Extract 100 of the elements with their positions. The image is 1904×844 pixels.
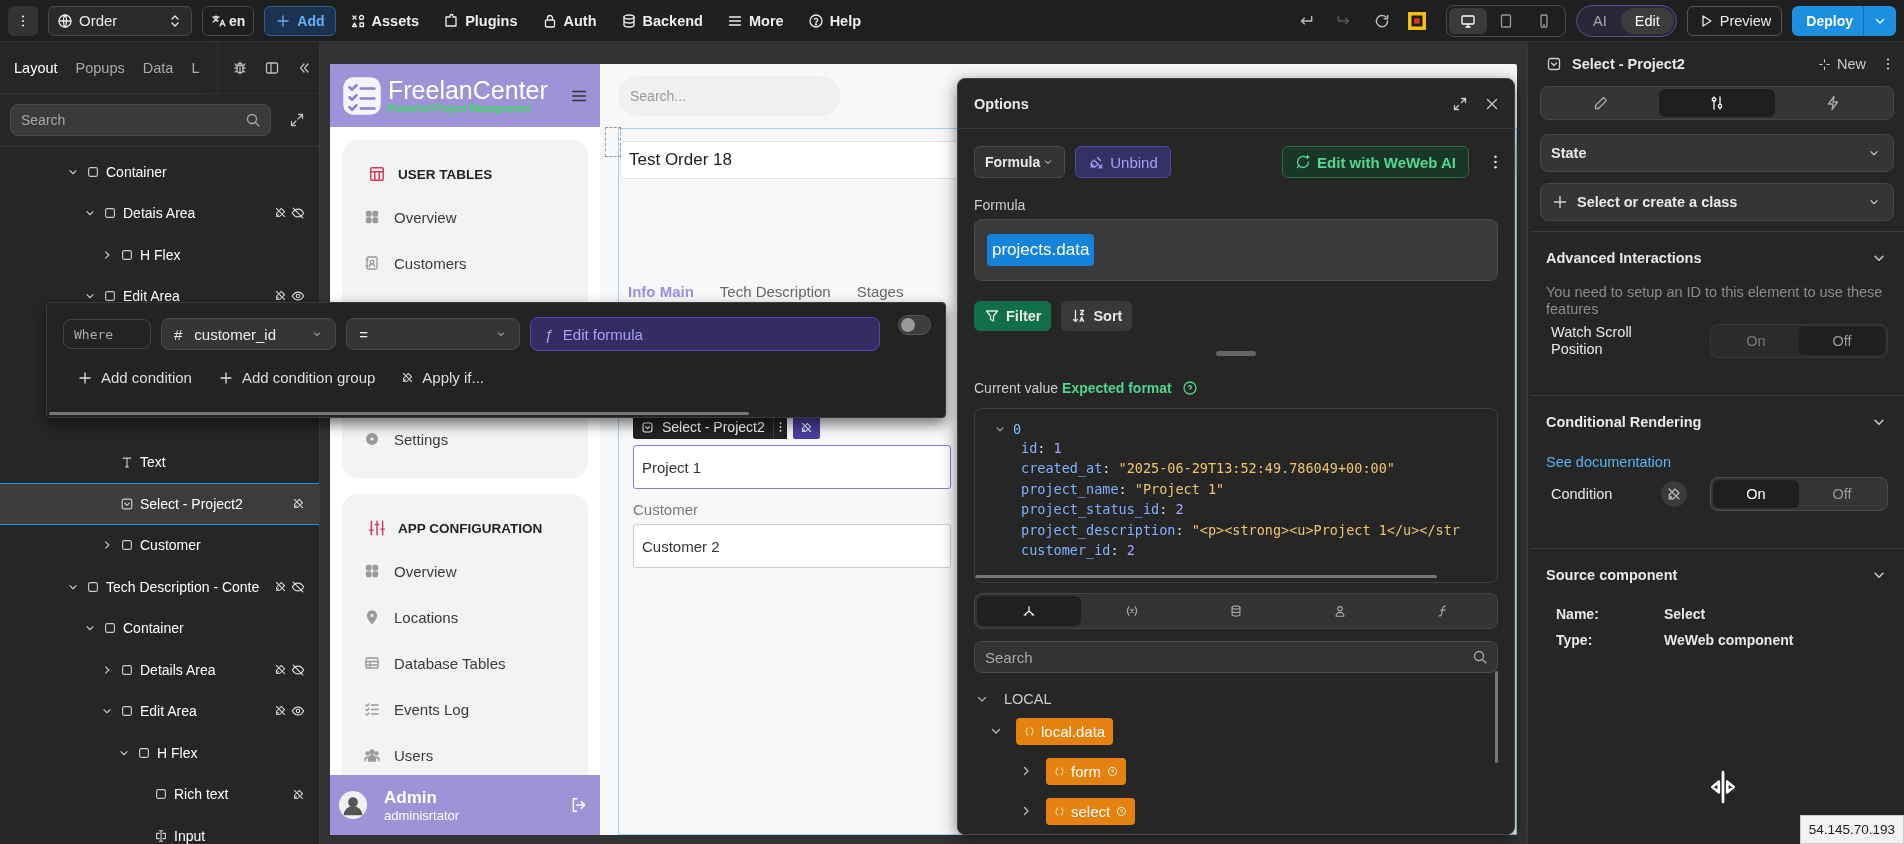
unbind-button[interactable]: Unbind <box>1075 146 1171 178</box>
section-title: Advanced Interactions <box>1546 250 1702 266</box>
square-icon <box>120 538 134 553</box>
page-select[interactable]: Order <box>48 5 192 36</box>
on-off-switch[interactable]: On Off <box>1710 477 1888 512</box>
select-field[interactable]: Customer 2 <box>633 524 951 568</box>
nav-item[interactable]: Settings <box>364 416 588 462</box>
nav-item[interactable]: Locations <box>364 594 588 640</box>
tab[interactable]: Tech Description <box>719 282 831 300</box>
square-icon <box>120 247 134 262</box>
formula-field[interactable]: projects.data <box>974 219 1498 281</box>
mode-tab[interactable]: Edit <box>1620 7 1674 34</box>
search-field[interactable]: Search <box>974 641 1498 673</box>
layer-row[interactable]: Text <box>0 441 319 483</box>
mode-tab[interactable]: AI <box>1579 7 1621 34</box>
preview-button[interactable]: Preview <box>1686 5 1783 36</box>
property-name: Type: <box>1556 632 1594 649</box>
sliders-icon[interactable] <box>1659 89 1775 117</box>
unlink-icon[interactable] <box>1661 481 1687 508</box>
menu-item[interactable]: Auth <box>537 5 601 36</box>
layer-row[interactable]: Edit Area <box>0 690 319 732</box>
nav-item[interactable]: Database Tables <box>364 640 588 686</box>
tab[interactable]: Stages <box>856 282 904 300</box>
layer-row[interactable]: Rich text <box>0 773 319 815</box>
checklist-icon <box>364 701 380 717</box>
resize-handle[interactable] <box>1216 351 1256 356</box>
user-role: adminisrtator <box>384 807 461 823</box>
logout-icon[interactable] <box>570 796 588 814</box>
section-title: Source component <box>1546 567 1678 584</box>
nav-item[interactable]: Customers <box>364 240 588 286</box>
state-select[interactable]: State <box>1540 134 1894 172</box>
layer-row[interactable]: Edit Area <box>0 275 319 317</box>
braces-icon <box>1054 765 1065 777</box>
people-icon <box>364 747 380 763</box>
switch-option[interactable]: On <box>1713 480 1799 509</box>
maximize-icon[interactable] <box>1452 95 1468 112</box>
kebab-icon[interactable] <box>1886 58 1890 70</box>
setting-label: Watch Scroll Position <box>1551 323 1633 359</box>
layer-row[interactable]: Container <box>0 151 319 193</box>
database-icon <box>620 12 637 29</box>
nav-item[interactable]: Overview <box>364 548 588 594</box>
layer-row[interactable]: H Flex <box>0 732 319 774</box>
new-button[interactable]: New <box>1818 56 1866 72</box>
add-condition-button[interactable]: Add condition <box>77 369 192 386</box>
nav-item[interactable]: Overview <box>364 194 588 240</box>
ai-button[interactable]: Edit with WeWeb AI <box>1282 146 1469 178</box>
layer-row[interactable]: Tech Description - Conte <box>0 566 319 608</box>
help-icon[interactable] <box>1181 380 1198 396</box>
sparkle-icon <box>1818 57 1831 71</box>
square-icon <box>120 662 134 677</box>
layer-row[interactable]: Container <box>0 607 319 649</box>
value-line: id: 1 <box>1020 439 1063 458</box>
puzzle-icon <box>443 12 460 29</box>
select-icon <box>1546 56 1562 72</box>
square-icon <box>103 206 117 221</box>
layer-row[interactable]: Customer <box>0 524 319 566</box>
language-button[interactable]: en <box>202 5 255 36</box>
panel-tab[interactable]: L <box>191 59 200 76</box>
sidebar-icon[interactable] <box>264 59 281 76</box>
setting-label: Condition <box>1551 485 1614 504</box>
filter-button[interactable]: Filter <box>974 301 1052 331</box>
menu-item[interactable]: More <box>722 5 788 36</box>
apply-if-button[interactable]: Apply if... <box>401 369 485 386</box>
square-icon <box>120 704 134 719</box>
edit-formula-button[interactable]: ƒ Edit formula <box>529 317 880 351</box>
menu-item[interactable]: Help <box>803 5 866 36</box>
panel-tab[interactable]: Layout <box>14 59 58 76</box>
switch-option[interactable]: Off <box>1799 480 1885 509</box>
kebab-icon[interactable] <box>1493 155 1498 169</box>
sort-button[interactable]: Sort <box>1061 301 1133 331</box>
menu-item[interactable]: Assets <box>345 5 424 36</box>
add-button[interactable]: Add <box>264 5 336 36</box>
expected-format-link[interactable]: Expected format <box>1062 380 1172 396</box>
operator-select[interactable]: = <box>346 318 520 350</box>
toggle-switch[interactable] <box>897 315 931 335</box>
layer-row[interactable]: H Flex <box>0 234 319 276</box>
expand-icon[interactable] <box>289 112 305 128</box>
panel-tab[interactable]: Data <box>142 59 174 76</box>
nav-item[interactable]: Users <box>364 732 588 775</box>
panel-tab[interactable]: Popups <box>75 59 125 76</box>
class-select[interactable]: Select or create a class <box>1540 183 1894 221</box>
search-field[interactable]: Search... <box>618 76 840 116</box>
menu-item[interactable]: Plugins <box>439 5 522 36</box>
brand-mark-icon[interactable] <box>1406 9 1429 32</box>
add-condition-button[interactable]: Add condition group <box>217 369 376 386</box>
menu-item[interactable]: Backend <box>616 5 707 36</box>
value-line: created_at: "2025-06-29T13:52:49.786049+00:00" <box>1020 460 1396 479</box>
field-select[interactable]: # customer_id <box>161 318 337 350</box>
search-field[interactable]: Search <box>10 104 271 136</box>
braces-icon <box>1054 805 1065 817</box>
mode-select[interactable]: Formula <box>974 146 1066 178</box>
nav-item[interactable]: Events Log <box>364 686 588 732</box>
where-field[interactable]: Where <box>63 319 151 349</box>
documentation-link[interactable]: See documentation <box>1546 454 1888 471</box>
layer-row[interactable]: Details Area <box>0 649 319 691</box>
layer-row[interactable]: Detais Area <box>0 192 319 234</box>
layer-row[interactable]: Select - Project2 <box>0 483 319 525</box>
desktop-icon[interactable] <box>1449 7 1488 34</box>
select-field[interactable]: Project 1 <box>633 445 951 489</box>
layer-row[interactable]: Input <box>0 815 319 844</box>
